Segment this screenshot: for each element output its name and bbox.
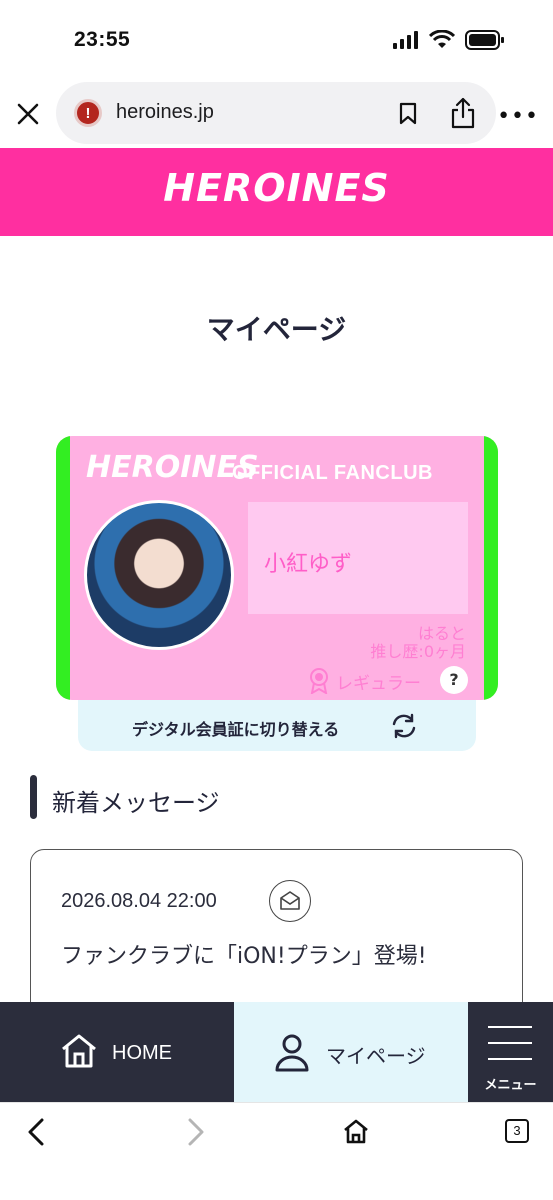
site-header: HEROINES — [0, 148, 553, 236]
envelope-icon — [269, 880, 311, 922]
wifi-icon — [429, 30, 455, 48]
more-icon[interactable]: ••• — [497, 104, 539, 129]
oshi-history: 推し歴:0ヶ月 — [370, 642, 466, 661]
nav-menu-label: メニュー — [484, 1078, 537, 1093]
nav-mypage-button[interactable]: マイページ — [234, 1002, 468, 1102]
site-logo[interactable]: HEROINES — [0, 166, 553, 210]
home-icon — [62, 1034, 96, 1068]
card-subtitle: OFFICIAL FANCLUB — [232, 462, 433, 484]
member-card: HEROINES OFFICIAL FANCLUB 小紅ゆず はると 推し歴:0… — [56, 436, 498, 700]
forward-icon[interactable] — [184, 1117, 208, 1147]
member-name-box: 小紅ゆず — [248, 502, 468, 614]
url-text[interactable]: heroines.jp — [116, 101, 214, 124]
user-icon — [275, 1034, 309, 1072]
close-icon[interactable] — [14, 100, 42, 128]
share-icon[interactable] — [450, 97, 476, 129]
rank-badge-icon — [310, 668, 328, 694]
hamburger-line — [488, 1042, 532, 1044]
rank-label: レギュラー — [336, 673, 421, 694]
browser-bar: ! heroines.jp ••• — [0, 80, 553, 148]
section-accent-bar — [30, 775, 37, 819]
member-rank: レギュラー — [308, 668, 421, 694]
browser-home-icon[interactable] — [342, 1117, 370, 1145]
switch-card-button[interactable]: デジタル会員証に切り替える — [78, 700, 476, 751]
refresh-icon — [392, 713, 416, 739]
url-bar[interactable]: ! heroines.jp — [56, 82, 496, 144]
message-date: 2026.08.04 22:00 — [61, 890, 217, 912]
nav-mypage-label: マイページ — [326, 1044, 426, 1068]
nav-home-label: HOME — [112, 1042, 172, 1064]
status-time: 23:55 — [74, 28, 131, 51]
nav-menu-button[interactable]: メニュー — [468, 1002, 553, 1102]
section-title: 新着メッセージ — [52, 789, 220, 817]
status-icons — [393, 30, 505, 50]
member-name: 小紅ゆず — [264, 552, 353, 577]
bottom-nav: HOME マイページ メニュー — [0, 1002, 553, 1102]
status-bar: 23:55 — [0, 0, 553, 80]
hamburger-line — [488, 1026, 532, 1028]
bookmark-icon[interactable] — [398, 102, 418, 126]
switch-card-label: デジタル会員証に切り替える — [132, 720, 340, 739]
card-edge-left — [56, 436, 70, 700]
battery-icon — [465, 30, 504, 50]
back-icon[interactable] — [24, 1117, 48, 1147]
nav-home-button[interactable]: HOME — [0, 1002, 234, 1102]
insecure-alert-icon[interactable]: ! — [74, 99, 102, 127]
browser-toolbar: 3 — [0, 1102, 553, 1200]
message-text: ファンクラブに「iON!プラン」登場! — [61, 944, 427, 969]
avatar — [84, 500, 234, 650]
card-edge-right — [484, 436, 498, 700]
page-title: マイページ — [206, 313, 347, 346]
tabs-count-icon[interactable]: 3 — [505, 1119, 529, 1143]
hamburger-line — [488, 1058, 532, 1060]
signal-icon — [393, 31, 418, 49]
help-icon[interactable]: ? — [440, 666, 468, 694]
